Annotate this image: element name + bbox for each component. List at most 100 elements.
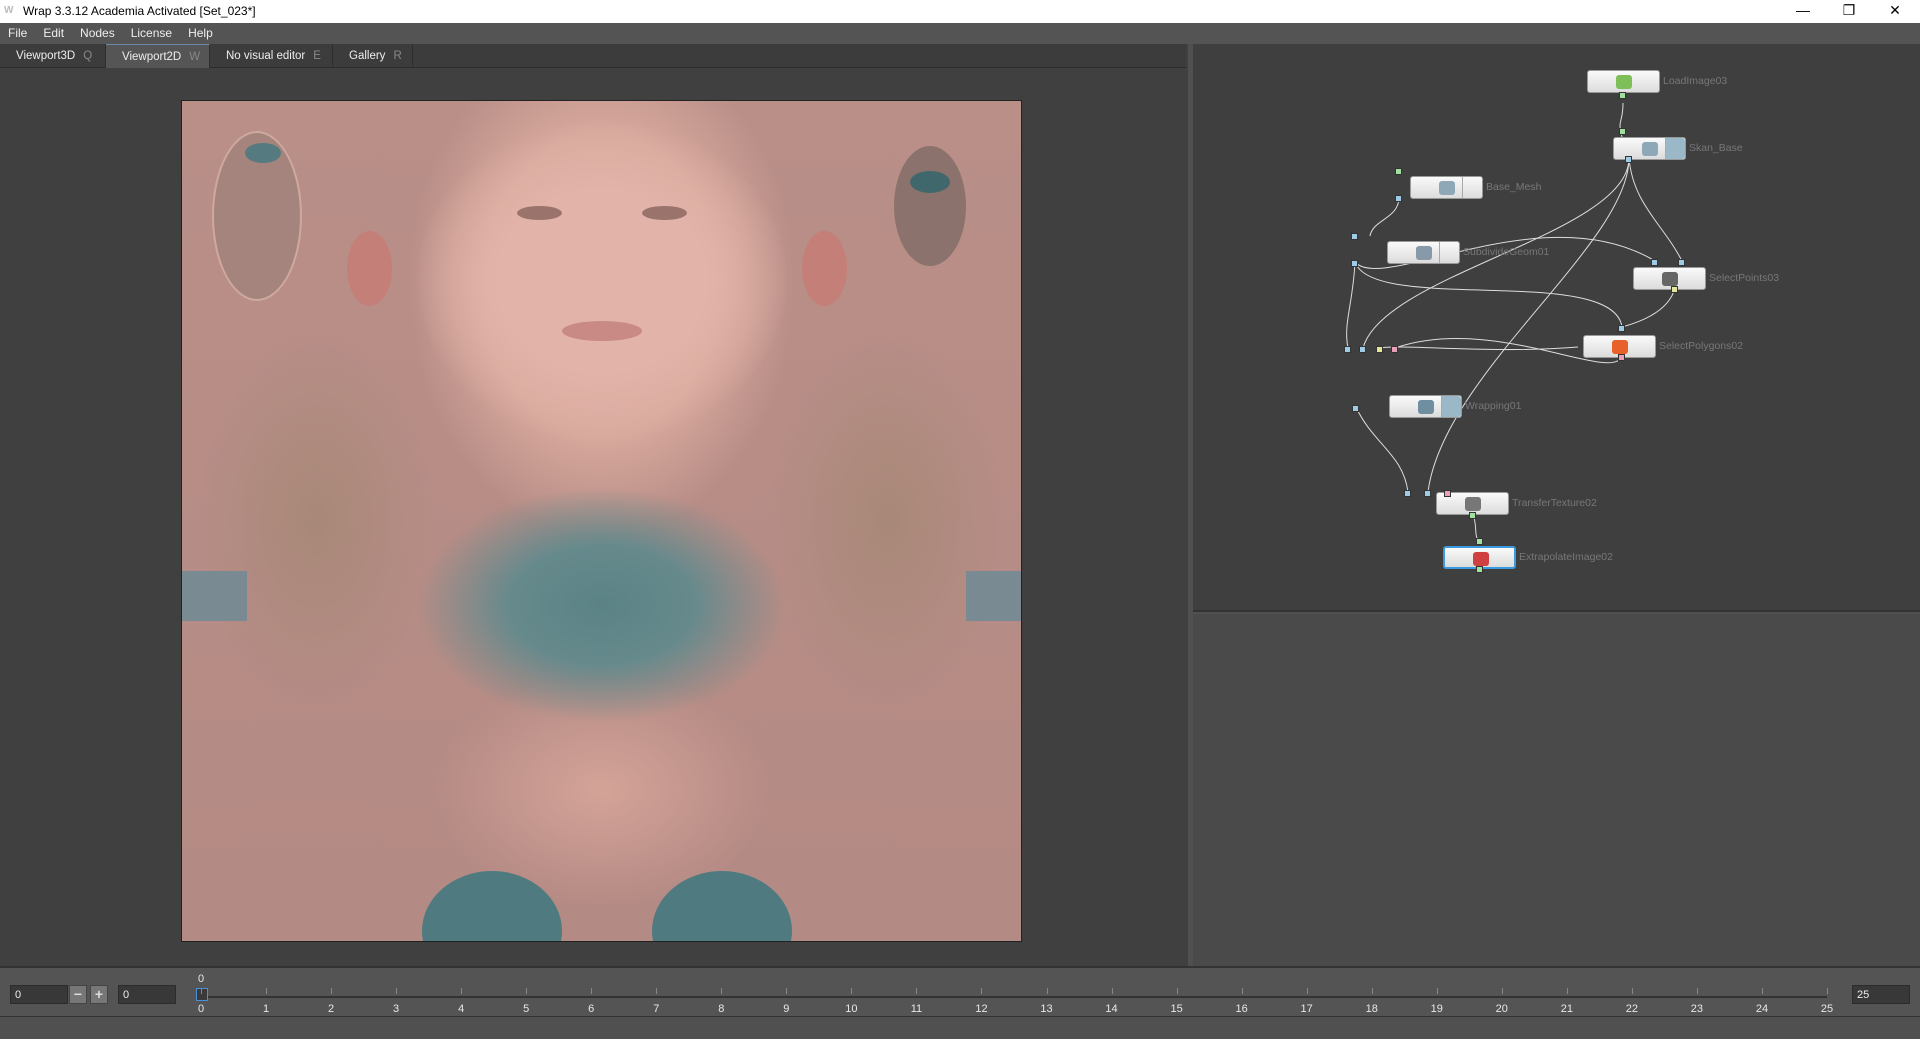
uv-texture-image[interactable]: [181, 100, 1022, 942]
tick-mark: [1436, 988, 1438, 994]
port-geometry[interactable]: [1344, 346, 1351, 353]
node-selectpoints03[interactable]: [1633, 267, 1706, 290]
extrapolate-image-icon: [1473, 552, 1489, 566]
node-side-toggle[interactable]: [1439, 242, 1459, 263]
tick-label: 8: [718, 1003, 725, 1015]
port-geometry[interactable]: [1651, 259, 1658, 266]
tick-mark: [1501, 988, 1503, 994]
port-geometry[interactable]: [1618, 325, 1625, 332]
edge: [1628, 157, 1683, 262]
node-skan_base[interactable]: [1613, 137, 1686, 160]
port-image[interactable]: [1395, 168, 1402, 175]
port-polygons[interactable]: [1618, 354, 1625, 361]
port-image[interactable]: [1619, 128, 1626, 135]
tab-shortcut: R: [393, 50, 402, 62]
menu-license[interactable]: License: [123, 23, 180, 44]
node-subdividegeom01[interactable]: [1387, 241, 1460, 264]
tick-label: 9: [783, 1003, 790, 1015]
tab-label: Viewport2D: [122, 51, 182, 63]
marker-patch-left: [182, 571, 247, 621]
port-geometry[interactable]: [1404, 490, 1411, 497]
tick-mark: [1176, 988, 1178, 994]
tab-viewport2d[interactable]: Viewport2D W: [106, 44, 210, 68]
edge: [1354, 261, 1623, 328]
port-geometry[interactable]: [1351, 260, 1358, 267]
port-points[interactable]: [1376, 346, 1383, 353]
minimize-icon[interactable]: —: [1780, 0, 1826, 23]
select-polygons-icon: [1612, 340, 1628, 354]
tab-viewport3d[interactable]: Viewport3D Q: [0, 44, 106, 68]
port-image[interactable]: [1469, 512, 1476, 519]
edge: [1379, 346, 1579, 351]
node-side-toggle[interactable]: [1665, 138, 1685, 159]
tab-shortcut: E: [313, 50, 321, 62]
port-geometry[interactable]: [1678, 259, 1685, 266]
tick-label: 16: [1235, 1003, 1248, 1015]
tab-no-visual-editor[interactable]: No visual editor E: [210, 44, 333, 68]
node-label: Base_Mesh: [1486, 181, 1542, 193]
node-side-toggle[interactable]: [1441, 396, 1461, 417]
mouth: [562, 321, 642, 341]
tick-label: 22: [1625, 1003, 1638, 1015]
port-image[interactable]: [1476, 566, 1483, 573]
port-polygons[interactable]: [1391, 346, 1398, 353]
status-bar: [0, 1016, 1920, 1039]
port-geometry[interactable]: [1424, 490, 1431, 497]
node-wrapping01[interactable]: [1389, 395, 1462, 418]
left-eye: [517, 206, 562, 220]
port-geometry[interactable]: [1359, 346, 1366, 353]
teal-patch: [910, 171, 950, 193]
increment-button[interactable]: +: [90, 985, 108, 1004]
tick-mark: [851, 988, 853, 994]
tab-gallery[interactable]: Gallery R: [333, 44, 413, 68]
node-base_mesh[interactable]: [1410, 176, 1483, 199]
node-label: LoadImage03: [1663, 75, 1728, 87]
port-geometry[interactable]: [1625, 156, 1632, 163]
wrapping-icon: [1418, 400, 1434, 414]
tick-mark: [266, 988, 268, 994]
node-side-toggle[interactable]: [1462, 177, 1482, 198]
menu-file[interactable]: File: [0, 23, 35, 44]
end-frame-input[interactable]: 25: [1852, 985, 1910, 1004]
select-points-icon: [1662, 272, 1678, 286]
timeline-playhead[interactable]: [196, 988, 208, 1001]
menu-help[interactable]: Help: [180, 23, 221, 44]
decrement-button[interactable]: −: [69, 985, 87, 1004]
node-label: ExtrapolateImage02: [1519, 551, 1613, 563]
menu-nodes[interactable]: Nodes: [72, 23, 123, 44]
start-frame-input[interactable]: 0: [10, 985, 68, 1004]
port-geometry[interactable]: [1352, 405, 1359, 412]
node-label: TransferTexture02: [1512, 497, 1597, 509]
edge: [1621, 287, 1676, 328]
current-frame-input[interactable]: 0: [118, 985, 176, 1004]
tick-label: 20: [1495, 1003, 1508, 1015]
port-image[interactable]: [1619, 92, 1626, 99]
tab-shortcut: W: [189, 51, 201, 63]
image-icon: [1616, 75, 1632, 89]
port-geometry[interactable]: [1351, 233, 1358, 240]
teal-patch: [245, 143, 281, 163]
port-polygons[interactable]: [1444, 490, 1451, 497]
port-points[interactable]: [1671, 286, 1678, 293]
viewport-tabs: Viewport3D Q Viewport2D W No visual editor…: [0, 44, 1186, 68]
geometry-icon: [1439, 181, 1455, 195]
tab-label: No visual editor: [226, 50, 306, 62]
node-graph-panel[interactable]: LoadImage03 Skan_Base Base_Mesh SubdivideGe…: [1193, 44, 1920, 612]
close-icon[interactable]: ✕: [1872, 0, 1918, 23]
edge: [1369, 196, 1400, 237]
timeline-track[interactable]: [201, 996, 1827, 998]
tick-label: 13: [1040, 1003, 1053, 1015]
menu-edit[interactable]: Edit: [35, 23, 72, 44]
tick-mark: [201, 988, 202, 994]
node-loadimage03[interactable]: [1587, 70, 1660, 93]
right-eye: [642, 206, 687, 220]
tick-mark: [1631, 988, 1633, 994]
tick-mark: [526, 988, 528, 994]
port-image[interactable]: [1476, 538, 1483, 545]
tick-mark: [786, 988, 788, 994]
node-label: SubdivideGeom01: [1463, 246, 1550, 258]
tab-shortcut: Q: [83, 50, 93, 62]
subdivide-icon: [1416, 246, 1432, 260]
port-geometry[interactable]: [1395, 195, 1402, 202]
restore-icon[interactable]: ❐: [1826, 0, 1872, 23]
